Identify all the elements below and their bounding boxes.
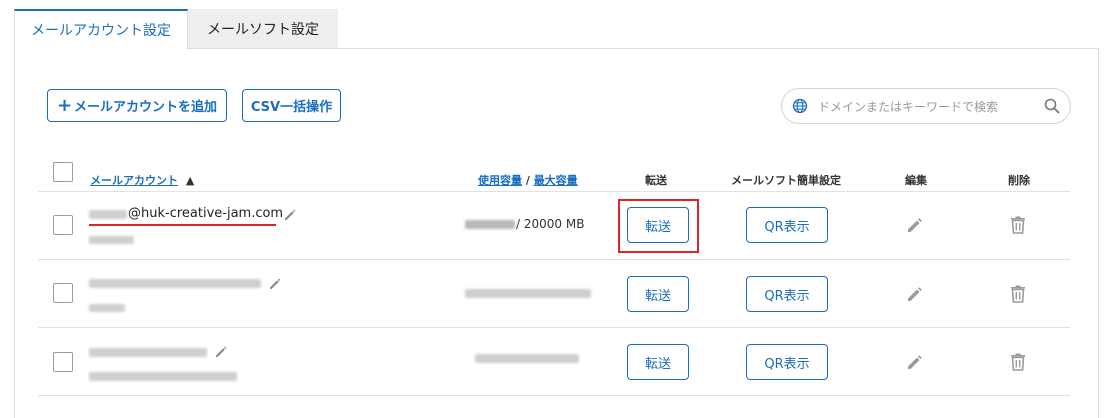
- header-delete: 削除: [1008, 174, 1030, 187]
- usage-redacted: [465, 289, 591, 298]
- header-divider: [38, 191, 1070, 192]
- forward-button[interactable]: 転送: [627, 344, 689, 380]
- select-all-checkbox[interactable]: [53, 162, 73, 182]
- add-mail-account-label: メールアカウントを追加: [74, 100, 218, 115]
- row-checkbox[interactable]: [53, 215, 73, 235]
- header-usage-link[interactable]: 使用容量: [478, 174, 522, 187]
- pencil-icon[interactable]: [214, 345, 228, 359]
- search-icon[interactable]: [1044, 98, 1060, 114]
- qr-display-button[interactable]: QR表示: [746, 344, 828, 380]
- sort-asc-icon: ▲: [185, 174, 195, 187]
- email-highlight-underline: [89, 224, 276, 226]
- csv-bulk-button[interactable]: CSV一括操作: [242, 89, 341, 122]
- row-divider: [38, 327, 1070, 328]
- pencil-icon[interactable]: [268, 277, 282, 291]
- header-mail-account[interactable]: メールアカウント ▲: [90, 172, 194, 188]
- header-capacity-separator: /: [522, 174, 534, 187]
- edit-icon[interactable]: [905, 215, 925, 235]
- usage-redacted: [475, 354, 579, 363]
- account-name-redacted: [89, 372, 237, 381]
- header-capacity: 使用容量 / 最大容量: [478, 172, 578, 188]
- add-mail-account-button[interactable]: + メールアカウントを追加: [47, 89, 227, 122]
- search-box[interactable]: ドメインまたはキーワードで検索: [781, 88, 1071, 124]
- row-checkbox[interactable]: [53, 352, 73, 372]
- max-capacity-text: / 20000 MB: [516, 217, 585, 231]
- pencil-icon[interactable]: [283, 208, 297, 222]
- row-divider: [38, 395, 1070, 396]
- email-domain: @huk-creative-jam.com: [128, 206, 284, 221]
- row-divider: [38, 259, 1070, 260]
- tab-mail-software-settings[interactable]: メールソフト設定: [188, 9, 338, 49]
- plus-icon: +: [56, 94, 73, 116]
- email-local-part-redacted: [89, 210, 127, 219]
- header-edit: 編集: [905, 174, 927, 187]
- header-mail-software: メールソフト簡単設定: [731, 174, 841, 187]
- email-redacted: [89, 279, 261, 288]
- trash-icon[interactable]: [1008, 284, 1028, 304]
- trash-icon[interactable]: [1008, 215, 1028, 235]
- header-forward: 転送: [645, 174, 667, 187]
- qr-display-button[interactable]: QR表示: [746, 276, 828, 312]
- header-max-link[interactable]: 最大容量: [534, 174, 578, 187]
- edit-icon[interactable]: [905, 352, 925, 372]
- usage-value-redacted: [465, 220, 515, 229]
- email-redacted: [89, 348, 207, 357]
- trash-icon[interactable]: [1008, 352, 1028, 372]
- header-mail-account-link[interactable]: メールアカウント: [90, 174, 178, 187]
- qr-display-button[interactable]: QR表示: [746, 207, 828, 243]
- globe-icon: [792, 98, 808, 114]
- tab-bar: メールアカウント設定 メールソフト設定: [14, 9, 338, 49]
- forward-button[interactable]: 転送: [627, 276, 689, 312]
- account-name-redacted: [89, 304, 125, 312]
- edit-icon[interactable]: [905, 284, 925, 304]
- account-name-redacted: [89, 236, 134, 244]
- csv-bulk-label: CSV一括操作: [250, 100, 333, 115]
- search-input[interactable]: ドメインまたはキーワードで検索: [818, 98, 1044, 115]
- tab-mail-account-settings[interactable]: メールアカウント設定: [14, 9, 188, 49]
- forward-highlight-box: [618, 199, 699, 253]
- row-checkbox[interactable]: [53, 283, 73, 303]
